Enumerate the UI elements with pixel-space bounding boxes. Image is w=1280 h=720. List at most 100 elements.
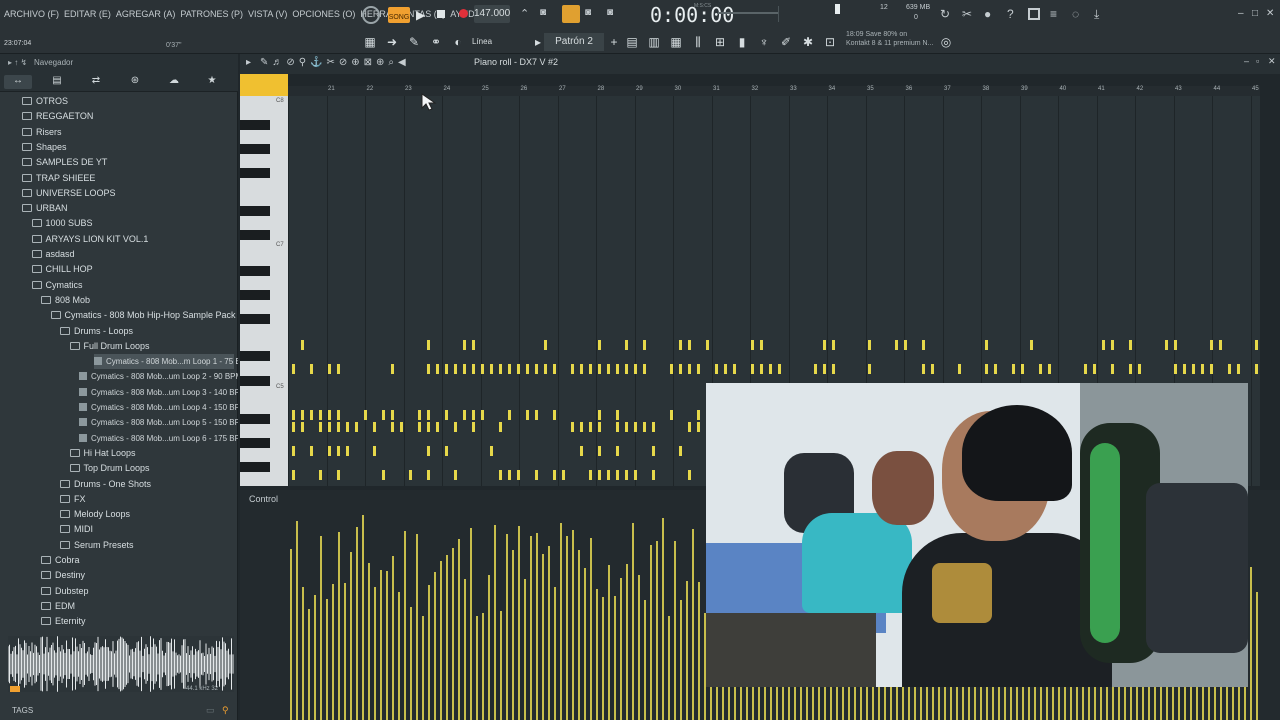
- velocity-bar[interactable]: [452, 548, 454, 720]
- midi-note[interactable]: [688, 340, 691, 350]
- velocity-bar[interactable]: [320, 536, 322, 720]
- browser-folder-item[interactable]: Cymatics: [31, 278, 83, 293]
- velocity-bar[interactable]: [596, 589, 598, 720]
- velocity-bar[interactable]: [314, 594, 316, 720]
- stamp-icon[interactable]: ◐: [450, 34, 466, 50]
- midi-note[interactable]: [508, 470, 511, 480]
- velocity-bar[interactable]: [398, 591, 400, 720]
- velocity-bar[interactable]: [536, 533, 538, 720]
- midi-note[interactable]: [634, 364, 637, 374]
- menu-view[interactable]: VISTA (V): [248, 9, 287, 21]
- browser-folder-item[interactable]: URBAN: [22, 201, 68, 216]
- midi-note[interactable]: [958, 364, 961, 374]
- velocity-bar[interactable]: [614, 595, 616, 720]
- add-pattern-icon[interactable]: +: [606, 34, 622, 50]
- midi-note[interactable]: [643, 340, 646, 350]
- record-mode-icon[interactable]: [362, 6, 380, 24]
- velocity-bar[interactable]: [386, 571, 388, 720]
- midi-note[interactable]: [589, 470, 592, 480]
- midi-note[interactable]: [373, 446, 376, 456]
- midi-note[interactable]: [445, 364, 448, 374]
- mixer-button-icon[interactable]: ⫼: [690, 34, 706, 50]
- piano-black-key[interactable]: [240, 266, 270, 276]
- midi-note[interactable]: [625, 422, 628, 432]
- midi-note[interactable]: [868, 364, 871, 374]
- velocity-bar[interactable]: [416, 534, 418, 720]
- catalog-icon[interactable]: ✱: [800, 34, 816, 50]
- midi-note[interactable]: [526, 410, 529, 420]
- minimize-icon[interactable]: –: [1238, 8, 1244, 19]
- pattern-selector[interactable]: Patrón 2: [544, 33, 604, 51]
- velocity-bar[interactable]: [680, 600, 682, 720]
- midi-note[interactable]: [643, 364, 646, 374]
- midi-note[interactable]: [616, 470, 619, 480]
- midi-note[interactable]: [472, 422, 475, 432]
- velocity-bar[interactable]: [620, 578, 622, 720]
- piano-black-key[interactable]: [240, 168, 270, 178]
- velocity-bar[interactable]: [626, 564, 628, 720]
- browser-folder-item[interactable]: FX: [60, 492, 86, 507]
- velocity-bar[interactable]: [410, 607, 412, 720]
- midi-note[interactable]: [607, 470, 610, 480]
- midi-note[interactable]: [454, 364, 457, 374]
- velocity-bar[interactable]: [692, 529, 694, 720]
- midi-note[interactable]: [382, 470, 385, 480]
- velocity-bar[interactable]: [392, 555, 394, 720]
- velocity-bar[interactable]: [368, 562, 370, 720]
- midi-note[interactable]: [1030, 340, 1033, 350]
- velocity-bar[interactable]: [668, 616, 670, 720]
- midi-note[interactable]: [1012, 364, 1015, 374]
- tags-label[interactable]: TAGS: [12, 706, 33, 715]
- midi-note[interactable]: [508, 410, 511, 420]
- midi-note[interactable]: [679, 364, 682, 374]
- piano-roll-menu-icon[interactable]: ▸: [246, 57, 251, 68]
- midi-note[interactable]: [328, 410, 331, 420]
- midi-note[interactable]: [499, 470, 502, 480]
- midi-note[interactable]: [814, 364, 817, 374]
- midi-note[interactable]: [544, 364, 547, 374]
- midi-note[interactable]: [706, 340, 709, 350]
- browser-folder-item[interactable]: Hi Hat Loops: [69, 446, 136, 461]
- midi-note[interactable]: [652, 422, 655, 432]
- midi-note[interactable]: [598, 340, 601, 350]
- midi-note[interactable]: [670, 364, 673, 374]
- midi-note[interactable]: [319, 422, 322, 432]
- midi-note[interactable]: [697, 364, 700, 374]
- midi-note[interactable]: [625, 340, 628, 350]
- undo-icon[interactable]: ↻: [940, 7, 950, 21]
- menu-patterns[interactable]: PATRONES (P): [180, 9, 243, 21]
- midi-note[interactable]: [643, 422, 646, 432]
- piano-black-key[interactable]: [240, 230, 270, 240]
- piano-black-key[interactable]: [240, 144, 270, 154]
- midi-note[interactable]: [1048, 364, 1051, 374]
- midi-note[interactable]: [1210, 340, 1213, 350]
- midi-note[interactable]: [1129, 340, 1132, 350]
- velocity-bar[interactable]: [608, 564, 610, 720]
- browser-folder-item[interactable]: Euphoria: [41, 630, 91, 631]
- midi-note[interactable]: [553, 470, 556, 480]
- midi-note[interactable]: [427, 470, 430, 480]
- browser-folder-item[interactable]: 1000 SUBS: [31, 216, 93, 231]
- velocity-bar[interactable]: [650, 544, 652, 720]
- velocity-bar[interactable]: [590, 538, 592, 720]
- velocity-bar[interactable]: [464, 579, 466, 720]
- browser-folder-item[interactable]: REGGAETON: [22, 109, 93, 124]
- arrow-icon[interactable]: ➜: [384, 34, 400, 50]
- midi-note[interactable]: [625, 470, 628, 480]
- midi-note[interactable]: [499, 422, 502, 432]
- midi-note[interactable]: [688, 470, 691, 480]
- midi-note[interactable]: [418, 422, 421, 432]
- midi-note[interactable]: [715, 364, 718, 374]
- midi-note[interactable]: [346, 446, 349, 456]
- mic-icon[interactable]: ●: [984, 7, 991, 21]
- midi-note[interactable]: [481, 364, 484, 374]
- midi-note[interactable]: [292, 410, 295, 420]
- midi-note[interactable]: [490, 446, 493, 456]
- pr-close-icon[interactable]: ✕: [1268, 56, 1276, 67]
- snap-selector[interactable]: Línea: [472, 37, 492, 46]
- velocity-bar[interactable]: [494, 524, 496, 720]
- midi-note[interactable]: [823, 364, 826, 374]
- browser-file-item[interactable]: Cymatics - 808 Mob...um Loop 2 - 90 BPM: [79, 369, 238, 384]
- midi-note[interactable]: [427, 422, 430, 432]
- midi-note[interactable]: [436, 422, 439, 432]
